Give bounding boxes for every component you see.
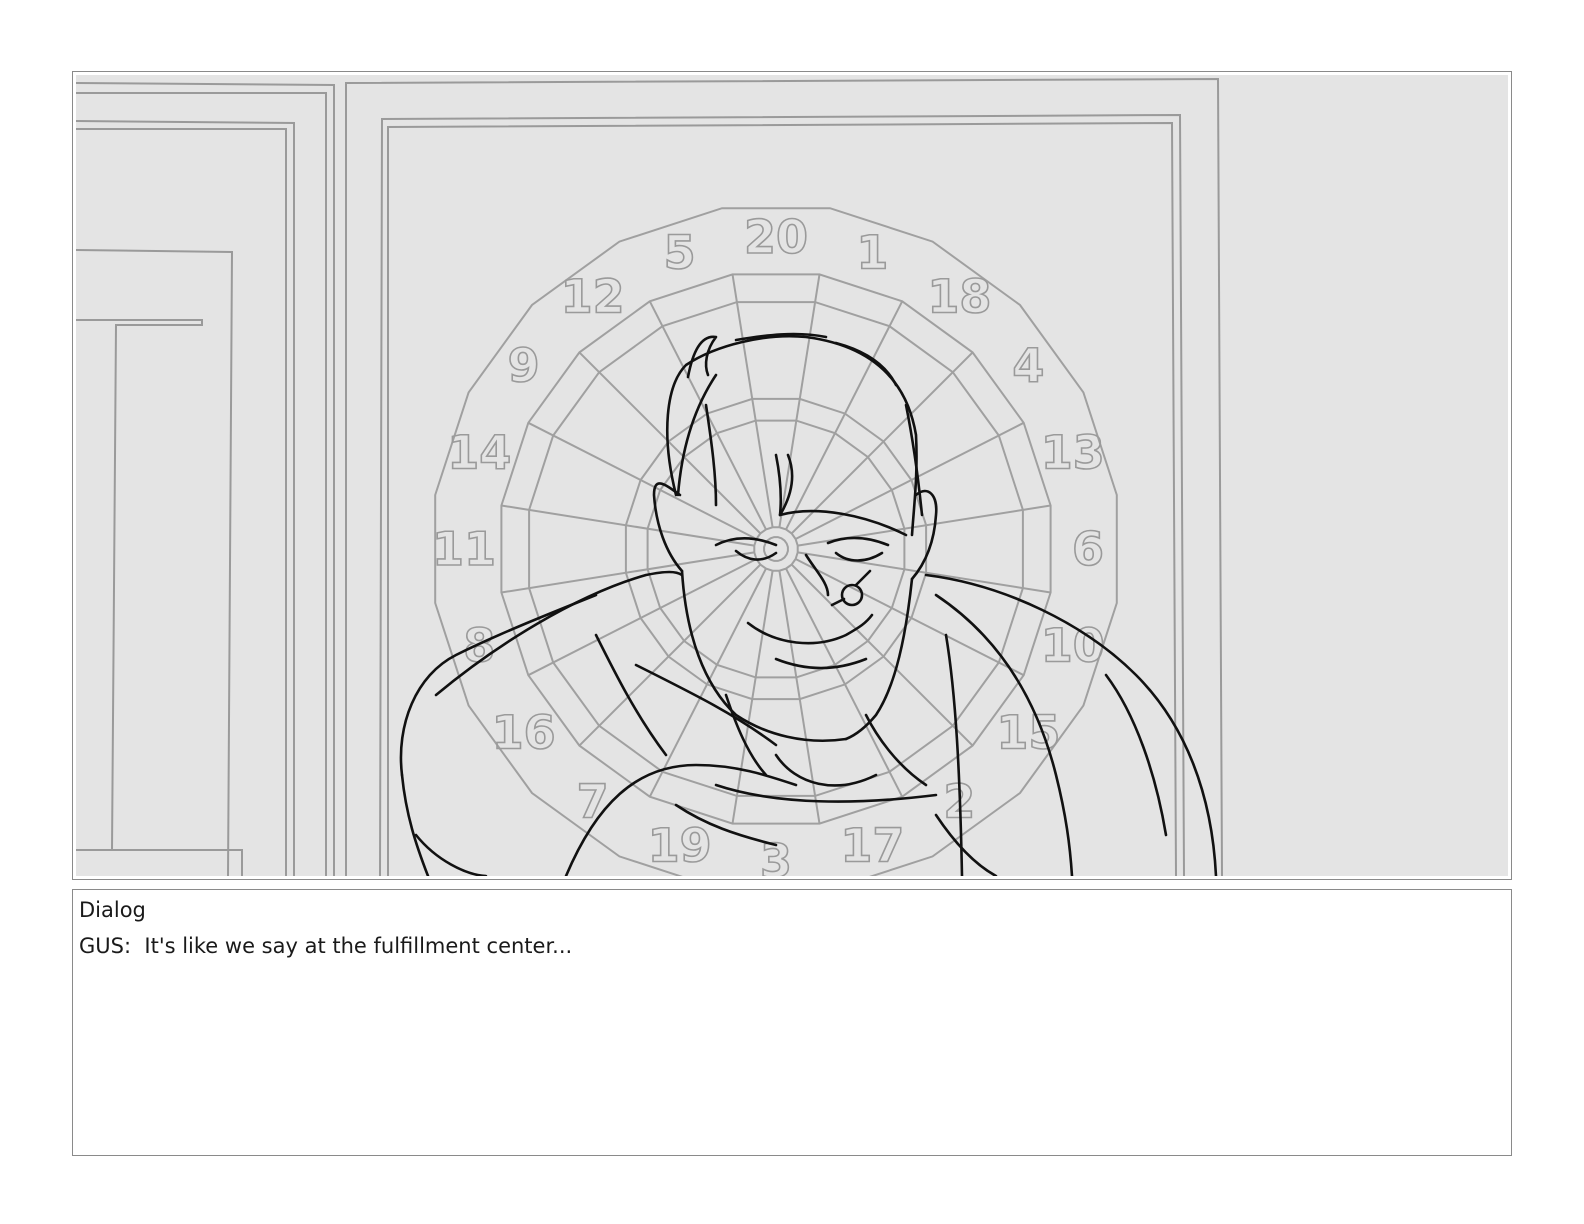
storyboard-panel: 20 1 18 4 13 6 10 15 2 17 3 19 7 16 8 11 14 9 12 5 <box>72 71 1512 880</box>
dartboard-number: 11 <box>432 522 496 576</box>
dartboard-number: 8 <box>463 618 495 672</box>
dialog-line: GUS: It's like we say at the fulfillment… <box>79 934 573 958</box>
dartboard-number: 1 <box>856 225 888 279</box>
dartboard-wire <box>795 421 1025 540</box>
dartboard-number: 3 <box>760 834 792 876</box>
dartboard-wire <box>501 551 755 594</box>
dartboard-number: 17 <box>840 819 904 873</box>
dartboard-number: 6 <box>1072 522 1104 576</box>
dartboard <box>434 207 1118 876</box>
dartboard-number: 18 <box>927 270 991 324</box>
dartboard-number: 19 <box>648 819 712 873</box>
panel-sketch: 20 1 18 4 13 6 10 15 2 17 3 19 7 16 8 11 14 9 12 5 <box>76 75 1508 876</box>
dialog-box: Dialog GUS: It's like we say at the fulf… <box>72 889 1512 1156</box>
dartboard-wire <box>790 563 974 747</box>
dartboard-ring <box>434 207 1118 876</box>
dartboard-number: 7 <box>577 774 609 828</box>
dartboard-number: 13 <box>1041 426 1105 480</box>
dartboard-number: 12 <box>561 270 625 324</box>
dartboard-number: 4 <box>1012 339 1044 393</box>
sketch-drawing: 20 11841361015217319716811149125 <box>76 77 1223 876</box>
dartboard-number: 20 <box>744 210 808 264</box>
dartboard-wire <box>795 558 1025 677</box>
dialog-heading: Dialog <box>79 898 146 922</box>
dartboard-wire <box>778 274 821 528</box>
dartboard-number: 5 <box>664 225 696 279</box>
dartboard-number: 14 <box>447 426 511 480</box>
dartboard-number: 15 <box>996 705 1060 759</box>
dartboard-wire <box>731 570 774 824</box>
dartboard-number: 9 <box>508 339 540 393</box>
dartboard-wire <box>778 570 821 824</box>
dartboard-wire <box>527 421 757 540</box>
dartboard-ring <box>753 526 799 572</box>
dartboard-wire <box>731 274 774 528</box>
dartboard-wire <box>790 351 974 535</box>
dartboard-wire <box>648 568 767 798</box>
character-gus <box>399 332 1218 876</box>
dartboard-number: 16 <box>492 705 556 759</box>
dartboard-wire <box>578 351 762 535</box>
dartboard-wire <box>501 504 755 547</box>
